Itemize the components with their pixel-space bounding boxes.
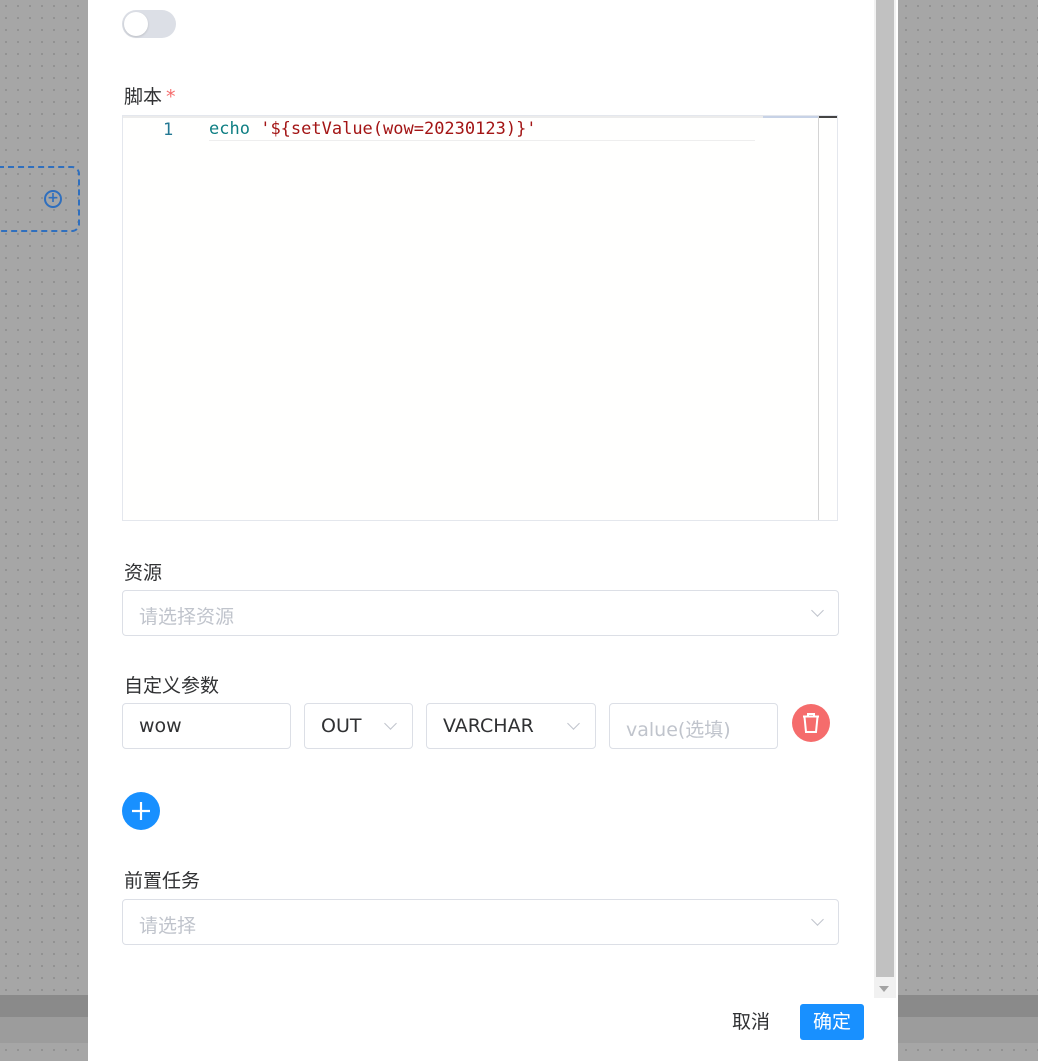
editor-overview-ruler [818,116,819,520]
scroll-down-arrow-icon[interactable] [879,986,889,992]
resource-select[interactable]: 请选择资源 [122,590,839,636]
editor-line-number: 1 [163,120,174,140]
trash-icon [803,713,819,733]
background-add-node-icon: + [44,190,62,208]
cancel-button[interactable]: 取消 [722,1004,780,1040]
required-mark: * [166,86,176,108]
chevron-down-icon [811,913,824,926]
code-keyword: echo [209,119,250,139]
editor-overview-cursor [819,116,837,118]
drawer-scrollbar-thumb[interactable] [876,0,894,977]
delete-param-button[interactable] [792,704,830,742]
editor-code-line[interactable]: echo '${setValue(wow=20230123)}' [209,118,755,141]
param-type-value: VARCHAR [443,715,534,737]
pre-task-select[interactable]: 请选择 [122,899,839,945]
custom-params-label: 自定义参数 [124,675,220,697]
script-code-editor[interactable]: 1 echo '${setValue(wow=20230123)}' [122,115,838,521]
resource-select-placeholder: 请选择资源 [139,606,235,628]
editor-minimap-slider[interactable] [763,116,818,118]
param-name-value: wow [139,715,182,737]
add-param-button[interactable] [122,792,160,830]
pre-task-select-placeholder: 请选择 [139,915,197,937]
pre-task-label: 前置任务 [124,870,201,892]
resource-label: 资源 [124,562,163,584]
code-string: '${setValue(wow=20230123)}' [260,119,537,139]
script-label: 脚本 * [124,82,176,109]
script-label-text: 脚本 [124,86,163,108]
param-direction-select[interactable]: OUT [304,703,413,749]
chevron-down-icon [567,717,580,730]
chevron-down-icon [811,604,824,617]
plus-icon [132,802,150,820]
confirm-button[interactable]: 确定 [800,1004,864,1040]
enable-toggle-switch[interactable] [122,10,176,38]
param-value-input[interactable]: value(选填) [609,703,778,749]
param-name-input[interactable]: wow [122,703,291,749]
chevron-down-icon [384,717,397,730]
param-type-select[interactable]: VARCHAR [426,703,596,749]
param-direction-value: OUT [321,715,362,737]
toggle-knob [124,12,148,36]
param-value-placeholder: value(选填) [626,719,731,741]
background-workflow-node [0,166,80,232]
